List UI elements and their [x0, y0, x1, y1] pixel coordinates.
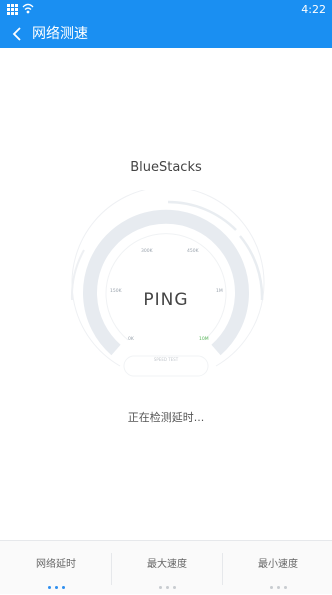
tab-indicator-dots [223, 574, 332, 589]
gauge-label-300k: 300K [141, 249, 153, 254]
app-grid-icon [7, 4, 18, 15]
tab-label: 最小速度 [258, 559, 298, 570]
gauge-inner-arc [105, 233, 227, 341]
tab-indicator-dots [1, 574, 111, 589]
back-button[interactable] [6, 22, 30, 46]
ping-label: PING [143, 290, 189, 310]
gauge-label-10m: 10M [199, 337, 209, 342]
chevron-left-icon [12, 27, 21, 41]
gauge-label-0k: 0K [128, 337, 134, 342]
tab-max-speed[interactable]: 最大速度 [112, 541, 222, 595]
status-time: 4:22 [301, 3, 326, 16]
status-bar: 4:22 [0, 0, 332, 20]
tab-indicator-dots [112, 574, 222, 589]
tab-label: 最大速度 [147, 559, 187, 570]
test-host-name: BlueStacks [130, 160, 202, 175]
tab-label: 网络延时 [36, 559, 76, 570]
tab-min-speed[interactable]: 最小速度 [223, 541, 332, 595]
wifi-signal-icon [22, 3, 34, 14]
app-bar: 网络测速 [0, 20, 332, 48]
gauge-unit-label: SPEED TEST [153, 357, 179, 362]
gauge-track-arc [83, 209, 249, 356]
tab-network-latency[interactable]: 网络延时 [1, 541, 111, 595]
test-status-text: 正在检测延时... [127, 411, 205, 424]
bottom-tab-bar: 网络延时 最大速度 最小速度 [0, 540, 332, 594]
gauge-label-450k: 450K [187, 249, 199, 254]
page-title: 网络测速 [32, 26, 88, 42]
